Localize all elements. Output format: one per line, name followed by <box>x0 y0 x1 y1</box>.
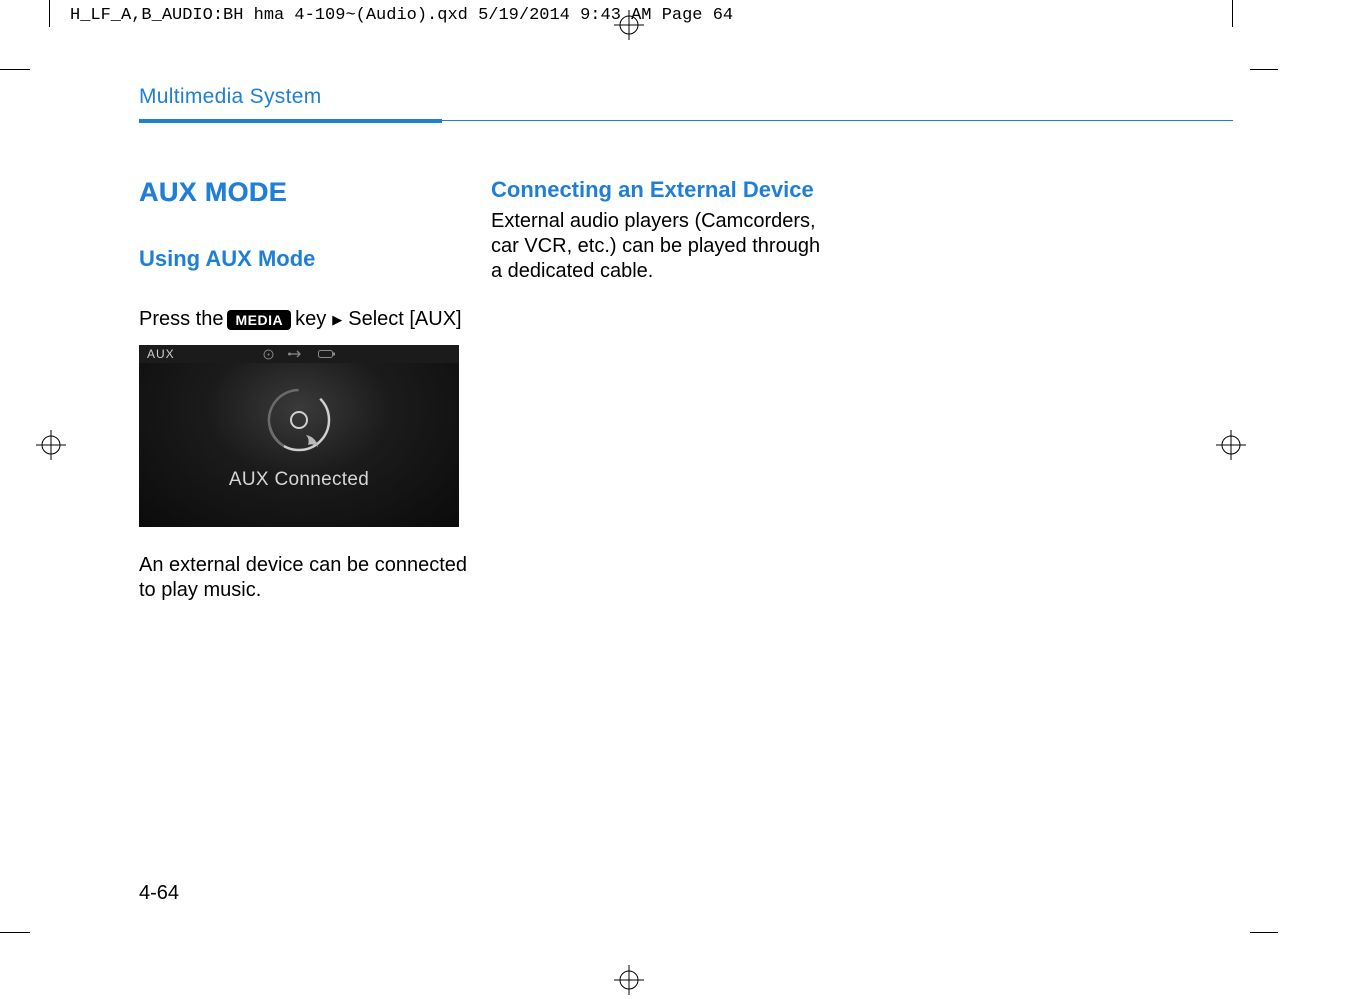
screenshot-topbar: AUX <box>139 345 459 363</box>
print-slug: H_LF_A,B_AUDIO:BH hma 4-109~(Audio).qxd … <box>70 6 733 25</box>
body-text: External audio players (Camcorders, car … <box>491 209 831 284</box>
crop-mark <box>49 0 50 27</box>
usb-icon <box>288 349 304 359</box>
aux-label: AUX <box>147 347 175 361</box>
media-key-badge: MEDIA <box>227 310 291 330</box>
column-left: AUX MODE Using AUX Mode Press the MEDIA … <box>139 177 479 603</box>
column-right: Connecting an External Device External a… <box>491 177 831 284</box>
screenshot-icons <box>263 349 336 360</box>
main-heading: AUX MODE <box>139 177 479 208</box>
triangle-icon: ▶ <box>332 312 342 328</box>
aux-screenshot: AUX AUX Connected <box>139 345 459 527</box>
battery-icon <box>318 349 336 359</box>
subheading: Using AUX Mode <box>139 246 479 272</box>
crop-mark <box>0 69 30 70</box>
section-title: Multimedia System <box>139 85 1233 113</box>
divider-accent <box>139 119 442 123</box>
instruction-line: Press the MEDIA key ▶ Select [AUX] <box>139 308 479 331</box>
crop-mark <box>1232 0 1233 27</box>
crop-mark <box>0 932 30 933</box>
crop-mark <box>1250 932 1278 933</box>
body-text: An external device can be connected to p… <box>139 553 479 603</box>
registration-mark-icon <box>614 965 644 995</box>
instruction-text: key <box>295 308 326 331</box>
instruction-text: Select [AUX] <box>348 308 461 331</box>
subheading: Connecting an External Device <box>491 177 831 203</box>
page-content: Multimedia System AUX MODE Using AUX Mod… <box>49 69 1233 933</box>
disc-small-icon <box>263 349 274 360</box>
page-number: 4-64 <box>139 882 179 905</box>
disc-icon <box>264 385 334 455</box>
section-header: Multimedia System <box>139 85 1233 113</box>
instruction-text: Press the <box>139 308 223 331</box>
screenshot-status: AUX Connected <box>139 469 459 491</box>
crop-mark <box>1250 69 1278 70</box>
